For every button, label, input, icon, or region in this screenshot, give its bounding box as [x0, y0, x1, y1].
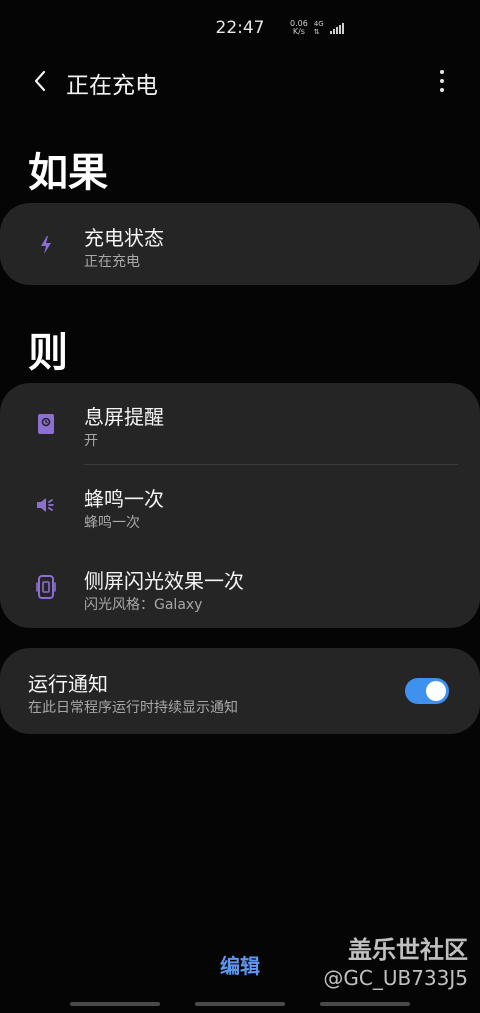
back-button[interactable] — [24, 64, 56, 98]
network-speed: 0.06 K/s — [290, 19, 308, 36]
network-type: 4G ⇅ — [313, 20, 324, 36]
lightning-icon — [34, 233, 58, 257]
nav-back-handle[interactable] — [320, 1002, 410, 1006]
row-title: 充电状态 — [84, 226, 164, 250]
back-arrow-icon — [34, 70, 46, 92]
toggle-knob — [426, 681, 446, 701]
more-icon — [440, 70, 444, 74]
condition-charging-state[interactable]: 充电状态 正在充电 — [0, 203, 480, 285]
if-card: 充电状态 正在充电 — [0, 203, 480, 285]
row-title: 侧屏闪光效果一次 — [84, 569, 244, 593]
action-aod-reminder[interactable]: 息屏提醒 开 — [0, 383, 480, 465]
signal-icon — [329, 22, 344, 34]
row-subtitle: 蜂鸣一次 — [84, 515, 140, 531]
status-time: 22:47 — [215, 18, 265, 38]
data-arrows-icon: ⇅ — [313, 28, 320, 36]
more-options-button[interactable] — [430, 66, 454, 96]
edge-lighting-icon — [34, 575, 58, 599]
nav-recents-handle[interactable] — [70, 1002, 160, 1006]
speaker-icon — [34, 493, 58, 517]
aod-icon — [34, 412, 58, 436]
then-heading: 则 — [28, 330, 68, 376]
status-icons: 0.06 K/s 4G ⇅ — [290, 20, 344, 36]
if-heading: 如果 — [28, 150, 108, 196]
row-subtitle: 闪光风格：Galaxy — [84, 597, 203, 613]
page-title: 正在充电 — [66, 73, 158, 99]
watermark-user: @GC_UB733J5 — [323, 966, 468, 990]
then-card: 息屏提醒 开 蜂鸣一次 蜂鸣一次 侧屏闪光效果一次 闪光风格：Galaxy — [0, 383, 480, 628]
notification-title: 运行通知 — [28, 672, 108, 696]
watermark-title: 盖乐世社区 — [348, 936, 468, 964]
notification-subtitle: 在此日常程序运行时持续显示通知 — [28, 700, 238, 716]
nav-home-handle[interactable] — [195, 1002, 285, 1006]
notification-toggle[interactable] — [405, 678, 449, 704]
action-beep-once[interactable]: 蜂鸣一次 蜂鸣一次 — [0, 465, 480, 547]
action-edge-lighting[interactable]: 侧屏闪光效果一次 闪光风格：Galaxy — [0, 547, 480, 628]
row-title: 蜂鸣一次 — [84, 487, 164, 511]
row-subtitle: 正在充电 — [84, 254, 140, 270]
edit-button[interactable]: 编辑 — [200, 950, 280, 980]
row-subtitle: 开 — [84, 433, 98, 449]
row-title: 息屏提醒 — [84, 405, 164, 429]
